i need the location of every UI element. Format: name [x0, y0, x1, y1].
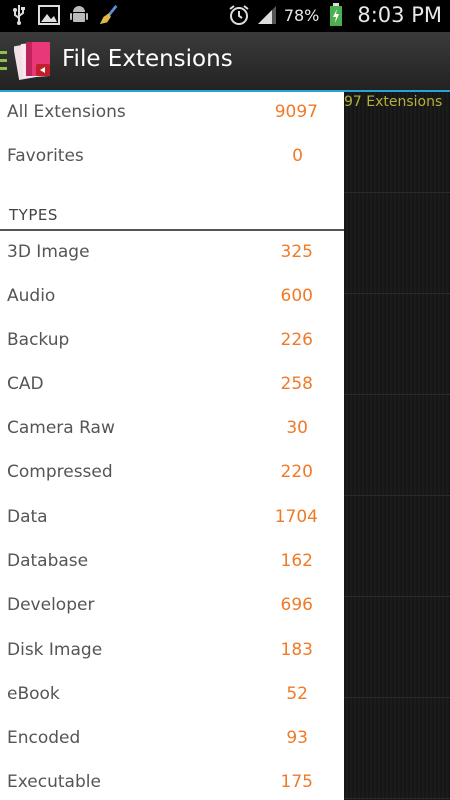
- drawer-item-count: 93: [286, 728, 308, 748]
- drawer-item-disk-image[interactable]: Disk Image 183: [0, 630, 344, 674]
- section-divider: [0, 229, 344, 231]
- action-bar: File Extensions: [0, 32, 450, 92]
- section-header-types: TYPES: [9, 206, 58, 224]
- drawer-item-database[interactable]: Database 162: [0, 541, 344, 585]
- drawer-item-label: Database: [7, 551, 89, 571]
- app-logo-icon[interactable]: [13, 40, 54, 82]
- drawer-item-count: 258: [280, 374, 313, 394]
- drawer-item-label: Camera Raw: [7, 418, 115, 438]
- drawer-item-count: 175: [280, 772, 313, 792]
- drawer-item-audio[interactable]: Audio 600: [0, 276, 344, 320]
- drawer-item-favorites[interactable]: Favorites 0: [0, 136, 344, 180]
- drawer-item-count: 30: [286, 418, 308, 438]
- drawer-item-label: Favorites: [7, 146, 84, 166]
- image-icon: [38, 4, 60, 26]
- drawer-item-count: 183: [280, 640, 313, 660]
- clock: 8:03 PM: [357, 3, 442, 27]
- drawer-item-label: Backup: [7, 330, 70, 350]
- drawer-item-label: Compressed: [7, 462, 113, 482]
- drawer-item-label: CAD: [7, 374, 44, 394]
- navigation-drawer: All Extensions 9097 Favorites 0 TYPES 3D…: [0, 92, 344, 800]
- drawer-item-count: 162: [280, 551, 313, 571]
- drawer-item-count: 0: [292, 146, 303, 166]
- android-icon: [68, 4, 90, 26]
- status-bar-system: 78% 8:03 PM: [228, 3, 442, 27]
- drawer-item-label: Encoded: [7, 728, 81, 748]
- drawer-item-ebook[interactable]: eBook 52: [0, 674, 344, 718]
- drawer-item-count: 226: [280, 330, 313, 350]
- drawer-item-cad[interactable]: CAD 258: [0, 364, 344, 408]
- drawer-item-label: Developer: [7, 595, 95, 615]
- drawer-item-count: 696: [280, 595, 313, 615]
- drawer-item-label: Executable: [7, 772, 101, 792]
- drawer-indicator-icon[interactable]: [0, 51, 7, 71]
- drawer-item-encoded[interactable]: Encoded 93: [0, 718, 344, 762]
- drawer-item-camera-raw[interactable]: Camera Raw 30: [0, 408, 344, 452]
- drawer-item-data[interactable]: Data 1704: [0, 497, 344, 541]
- drawer-item-count: 600: [280, 286, 313, 306]
- drawer-item-label: All Extensions: [7, 102, 126, 122]
- drawer-item-count: 9097: [274, 102, 318, 122]
- alarm-icon: [228, 4, 250, 26]
- drawer-item-label: Disk Image: [7, 640, 103, 660]
- drawer-item-all-extensions[interactable]: All Extensions 9097: [0, 92, 344, 136]
- drawer-item-executable[interactable]: Executable 175: [0, 762, 344, 800]
- broom-icon: [98, 4, 120, 26]
- extensions-count-label: 97 Extensions: [344, 94, 443, 110]
- signal-icon: [256, 4, 278, 26]
- status-bar: 78% 8:03 PM: [0, 0, 450, 32]
- drawer-item-developer[interactable]: Developer 696: [0, 585, 344, 629]
- status-bar-notifications: [8, 4, 120, 26]
- drawer-item-count: 220: [280, 462, 313, 482]
- usb-icon: [8, 4, 30, 26]
- drawer-item-label: Data: [7, 507, 48, 527]
- battery-percent: 78%: [283, 5, 320, 25]
- battery-icon: [325, 3, 347, 26]
- drawer-item-label: 3D Image: [7, 242, 90, 262]
- drawer-item-count: 52: [286, 684, 308, 704]
- app-title: File Extensions: [62, 46, 233, 72]
- drawer-item-compressed[interactable]: Compressed 220: [0, 452, 344, 496]
- drawer-item-label: eBook: [7, 684, 60, 704]
- drawer-item-count: 325: [280, 242, 313, 262]
- drawer-item-backup[interactable]: Backup 226: [0, 320, 344, 364]
- drawer-item-count: 1704: [274, 507, 318, 527]
- main-content: 97 Extensions: [344, 92, 450, 800]
- drawer-item-3d-image[interactable]: 3D Image 325: [0, 232, 344, 276]
- drawer-item-label: Audio: [7, 286, 56, 306]
